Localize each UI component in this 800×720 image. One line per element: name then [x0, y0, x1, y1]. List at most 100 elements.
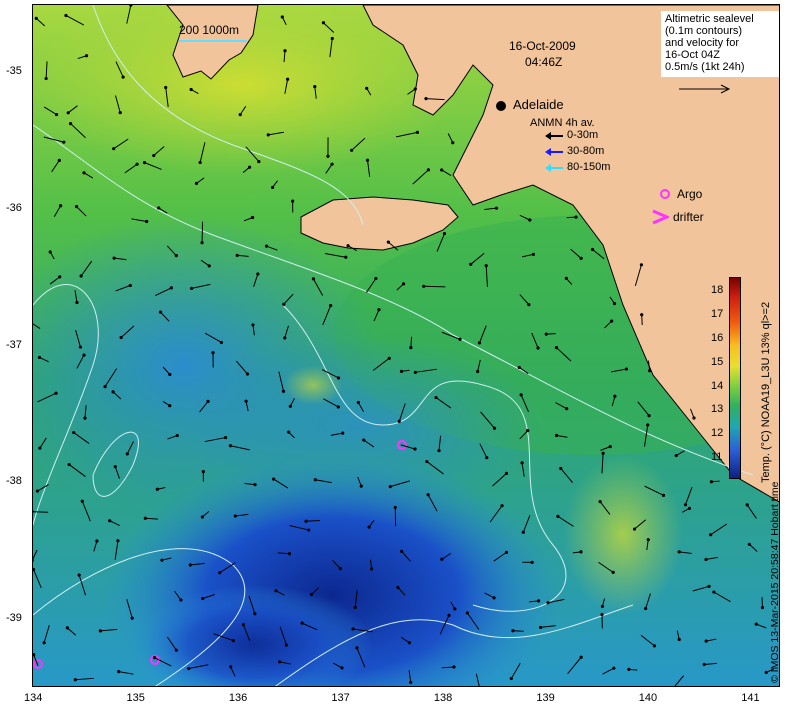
velocity-arrow-head — [536, 346, 540, 350]
velocity-arrow-head — [286, 77, 290, 81]
velocity-arrow-head — [745, 503, 749, 507]
velocity-arrow-head — [652, 644, 657, 648]
velocity-arrow — [410, 336, 413, 348]
velocity-arrow-head — [554, 433, 559, 438]
info-line3: and velocity for — [665, 37, 739, 49]
velocity-arrow-head — [401, 282, 406, 286]
velocity-arrow-head — [646, 423, 650, 427]
velocity-arrow-head — [201, 596, 205, 601]
info-line2: (0.1m contours) — [665, 25, 743, 37]
colorbar-tick-label: 16 — [711, 331, 724, 344]
velocity-arrow-head — [223, 435, 228, 440]
credit-text: © IMOS 13-Mar-2015 20:58:47 Hobart time — [769, 481, 780, 684]
velocity-arrow-head — [244, 399, 248, 403]
velocity-arrow-head — [351, 627, 355, 631]
velocity-arrow-head — [702, 662, 706, 667]
velocity-arrow-head — [83, 416, 87, 420]
velocity-arrow-head — [108, 519, 112, 523]
velocity-arrow-head — [458, 337, 462, 341]
velocity-arrow-head — [640, 313, 644, 317]
velocity-arrow-head — [326, 154, 330, 158]
velocity-arrow-head — [218, 571, 222, 575]
velocity-arrow-head — [440, 557, 444, 561]
velocity-arrow-head — [266, 133, 270, 137]
velocity-arrow-head — [537, 599, 541, 603]
velocity-arrow-head — [164, 85, 168, 90]
velocity-arrow-head — [228, 444, 233, 448]
velocity-arrow-head — [407, 641, 412, 645]
velocity-arrow-head — [388, 485, 392, 489]
velocity-arrow-head — [426, 493, 430, 497]
velocity-arrow-head — [400, 549, 404, 553]
velocity-arrow-head — [179, 598, 183, 602]
velocity-arrow-head — [287, 430, 291, 434]
velocity-arrow-head — [307, 528, 311, 532]
velocity-arrow-head — [95, 539, 99, 543]
velocity-arrow-head — [355, 646, 359, 650]
velocity-arrow-head — [253, 612, 257, 616]
legend-label: 0-30m — [567, 129, 599, 141]
velocity-arrow-head — [57, 158, 61, 162]
velocity-arrow-head — [329, 304, 333, 308]
colorbar-tick-label: 11 — [711, 450, 723, 463]
scale-bar-label: 200 1000m — [179, 23, 240, 37]
velocity-arrow-head — [648, 369, 652, 373]
velocity-arrow-head — [356, 400, 360, 405]
velocity-arrow-head — [344, 255, 348, 259]
velocity-arrow-head — [235, 253, 239, 257]
legend-arrow-cyan — [545, 164, 563, 172]
latitude-tick-label: -35 — [6, 65, 22, 78]
velocity-arrow-head — [504, 550, 509, 554]
velocity-arrow-head — [58, 275, 62, 279]
velocity-arrow-head — [677, 550, 681, 554]
velocity-arrow-head — [521, 530, 525, 534]
velocity-arrow-head — [264, 244, 269, 248]
velocity-arrow-head — [359, 484, 363, 488]
longitude-tick-label: 135 — [126, 692, 145, 704]
velocity-arrow-head — [278, 660, 282, 664]
velocity-arrow-head — [54, 391, 58, 395]
latitude-tick-label: -39 — [6, 611, 22, 624]
velocity-arrow-head — [426, 168, 431, 172]
velocity-arrow-head — [370, 567, 374, 571]
velocity-arrow-head — [747, 542, 751, 546]
velocity-arrow-head — [135, 162, 139, 166]
temperature-colorbar — [729, 277, 741, 479]
velocity-arrow-head — [75, 300, 79, 305]
velocity-arrow-head — [282, 302, 286, 306]
argo-legend-label: Argo — [677, 187, 703, 201]
velocity-arrow-head — [608, 445, 612, 449]
velocity-arrow-head — [598, 500, 602, 504]
velocity-arrow-head — [82, 353, 86, 357]
velocity-arrow-head — [387, 356, 391, 360]
legend-label: 30-80m — [567, 145, 605, 157]
velocity-arrow-head — [207, 264, 211, 268]
velocity-arrow-head — [704, 557, 708, 562]
velocity-arrow-head — [200, 241, 204, 245]
velocity-arrow-head — [313, 85, 317, 89]
velocity-arrow-head — [646, 538, 650, 542]
velocity-arrow-head — [350, 148, 354, 152]
velocity-arrow-head — [152, 153, 156, 158]
velocity-arrow-head — [84, 54, 89, 58]
velocity-arrow-head — [336, 405, 340, 409]
velocity-arrow-head — [590, 247, 595, 252]
map-date: 16-Oct-2009 — [509, 39, 576, 53]
velocity-arrow-head — [556, 514, 560, 518]
velocity-arrow-head — [168, 372, 172, 377]
velocity-arrow-head — [300, 621, 304, 625]
latitude-tick-label: -37 — [6, 338, 22, 351]
velocity-arrow-head — [229, 665, 233, 669]
velocity-arrow-head — [377, 308, 381, 312]
velocity-arrow-head — [38, 446, 42, 450]
velocity-arrow-head — [121, 75, 125, 79]
velocity-arrow-head — [340, 666, 344, 670]
velocity-arrow-head — [128, 283, 132, 288]
latitude-tick-label: -38 — [6, 475, 22, 488]
velocity-arrow-head — [152, 656, 157, 660]
velocity-arrow-head — [519, 393, 523, 397]
velocity-arrow-head — [157, 206, 161, 210]
velocity-arrow-head — [574, 215, 578, 219]
velocity-arrow-head — [67, 462, 71, 467]
velocity-arrow-head — [451, 141, 455, 145]
